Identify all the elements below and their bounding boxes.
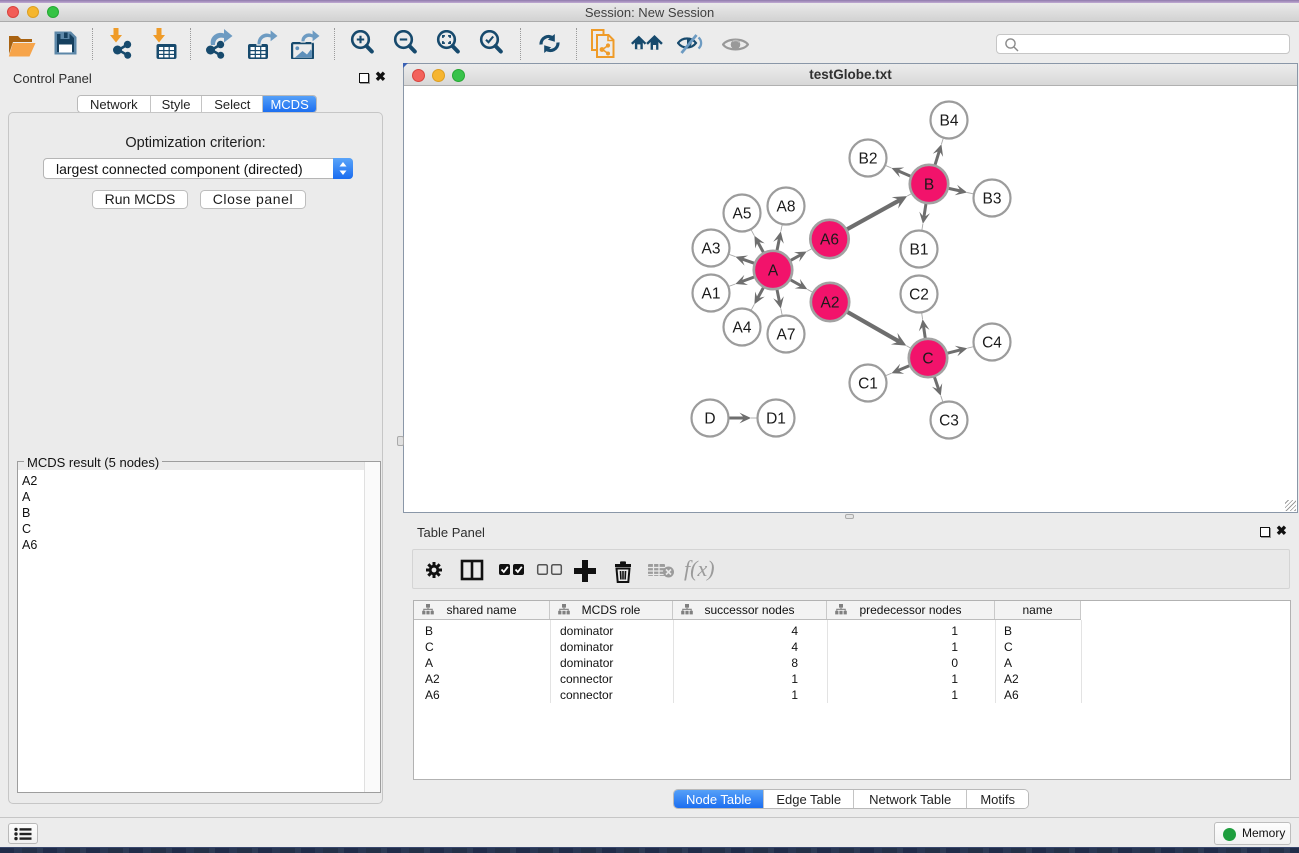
svg-text:C4: C4 — [982, 335, 1002, 352]
svg-text:B4: B4 — [940, 113, 959, 130]
svg-text:A2: A2 — [821, 295, 840, 312]
svg-text:A6: A6 — [820, 232, 839, 249]
svg-text:B2: B2 — [859, 151, 878, 168]
svg-text:B3: B3 — [983, 191, 1002, 208]
svg-text:A7: A7 — [777, 327, 796, 344]
svg-text:C3: C3 — [939, 413, 959, 430]
svg-text:B: B — [924, 177, 934, 194]
svg-text:C1: C1 — [858, 376, 878, 393]
svg-text:D: D — [704, 411, 715, 428]
svg-text:C2: C2 — [909, 287, 929, 304]
svg-text:A5: A5 — [733, 206, 752, 223]
svg-text:A: A — [768, 263, 779, 280]
svg-text:A3: A3 — [702, 241, 721, 258]
svg-text:C: C — [922, 351, 933, 368]
svg-text:D1: D1 — [766, 411, 786, 428]
svg-text:A1: A1 — [702, 286, 721, 303]
svg-text:A4: A4 — [733, 320, 752, 337]
svg-text:B1: B1 — [910, 242, 929, 259]
svg-text:A8: A8 — [777, 199, 796, 216]
